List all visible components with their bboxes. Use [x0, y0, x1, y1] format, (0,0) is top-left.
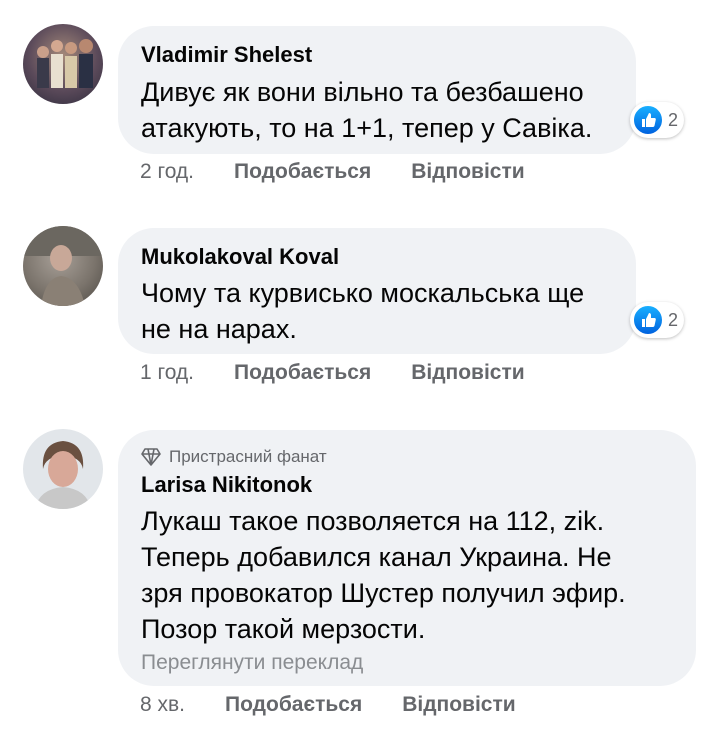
reaction-count: 2: [668, 109, 679, 130]
comment-text-line: Дивує як вони вільно та безбашено: [141, 77, 584, 107]
comment-text-line: Лукаш такое позволяется на 112, zik.: [141, 506, 605, 536]
reaction-count: 2: [668, 309, 679, 330]
comment-text-line: Позор такой мерзости.: [141, 614, 426, 644]
comment-actions: 2 год. Подобається Відповісти: [140, 160, 525, 184]
comment-timestamp[interactable]: 1 год.: [140, 361, 194, 385]
comment-timestamp[interactable]: 8 хв.: [140, 693, 185, 717]
comment-actions: 8 хв. Подобається Відповісти: [140, 693, 516, 717]
comment-text-line: не на нарах.: [141, 314, 297, 344]
avatar[interactable]: [23, 429, 103, 509]
comment-author[interactable]: Larisa Nikitonok: [141, 472, 312, 498]
see-translation-link[interactable]: Переглянути переклад: [141, 651, 363, 675]
reply-button[interactable]: Відповісти: [411, 160, 524, 184]
comment-text-line: атакують, то на 1+1, тепер у Савіка.: [141, 113, 593, 143]
comment-author[interactable]: Mukolakoval Koval: [141, 244, 339, 270]
reaction-counter[interactable]: 2: [630, 302, 685, 338]
avatar[interactable]: [23, 24, 103, 104]
reply-button[interactable]: Відповісти: [411, 361, 524, 385]
comment-author[interactable]: Vladimir Shelest: [141, 42, 312, 68]
top-fan-badge[interactable]: Пристрасний фанат: [141, 447, 327, 467]
reaction-counter[interactable]: 2: [630, 102, 685, 138]
badge-label: Пристрасний фанат: [169, 447, 327, 466]
like-icon: [632, 104, 664, 136]
diamond-icon: [141, 448, 161, 466]
comment-text-line: зря провокатор Шустер получил эфир.: [141, 578, 626, 608]
like-icon: [632, 304, 664, 336]
comment-actions: 1 год. Подобається Відповісти: [140, 361, 525, 385]
like-button[interactable]: Подобається: [225, 693, 362, 717]
comment-text-line: Теперь добавился канал Украина. Не: [141, 542, 612, 572]
like-button[interactable]: Подобається: [234, 361, 371, 385]
reply-button[interactable]: Відповісти: [402, 693, 515, 717]
like-button[interactable]: Подобається: [234, 160, 371, 184]
comment-text-line: Чому та курвисько москальська ще: [141, 278, 585, 308]
avatar[interactable]: [23, 226, 103, 306]
comment-timestamp[interactable]: 2 год.: [140, 160, 194, 184]
